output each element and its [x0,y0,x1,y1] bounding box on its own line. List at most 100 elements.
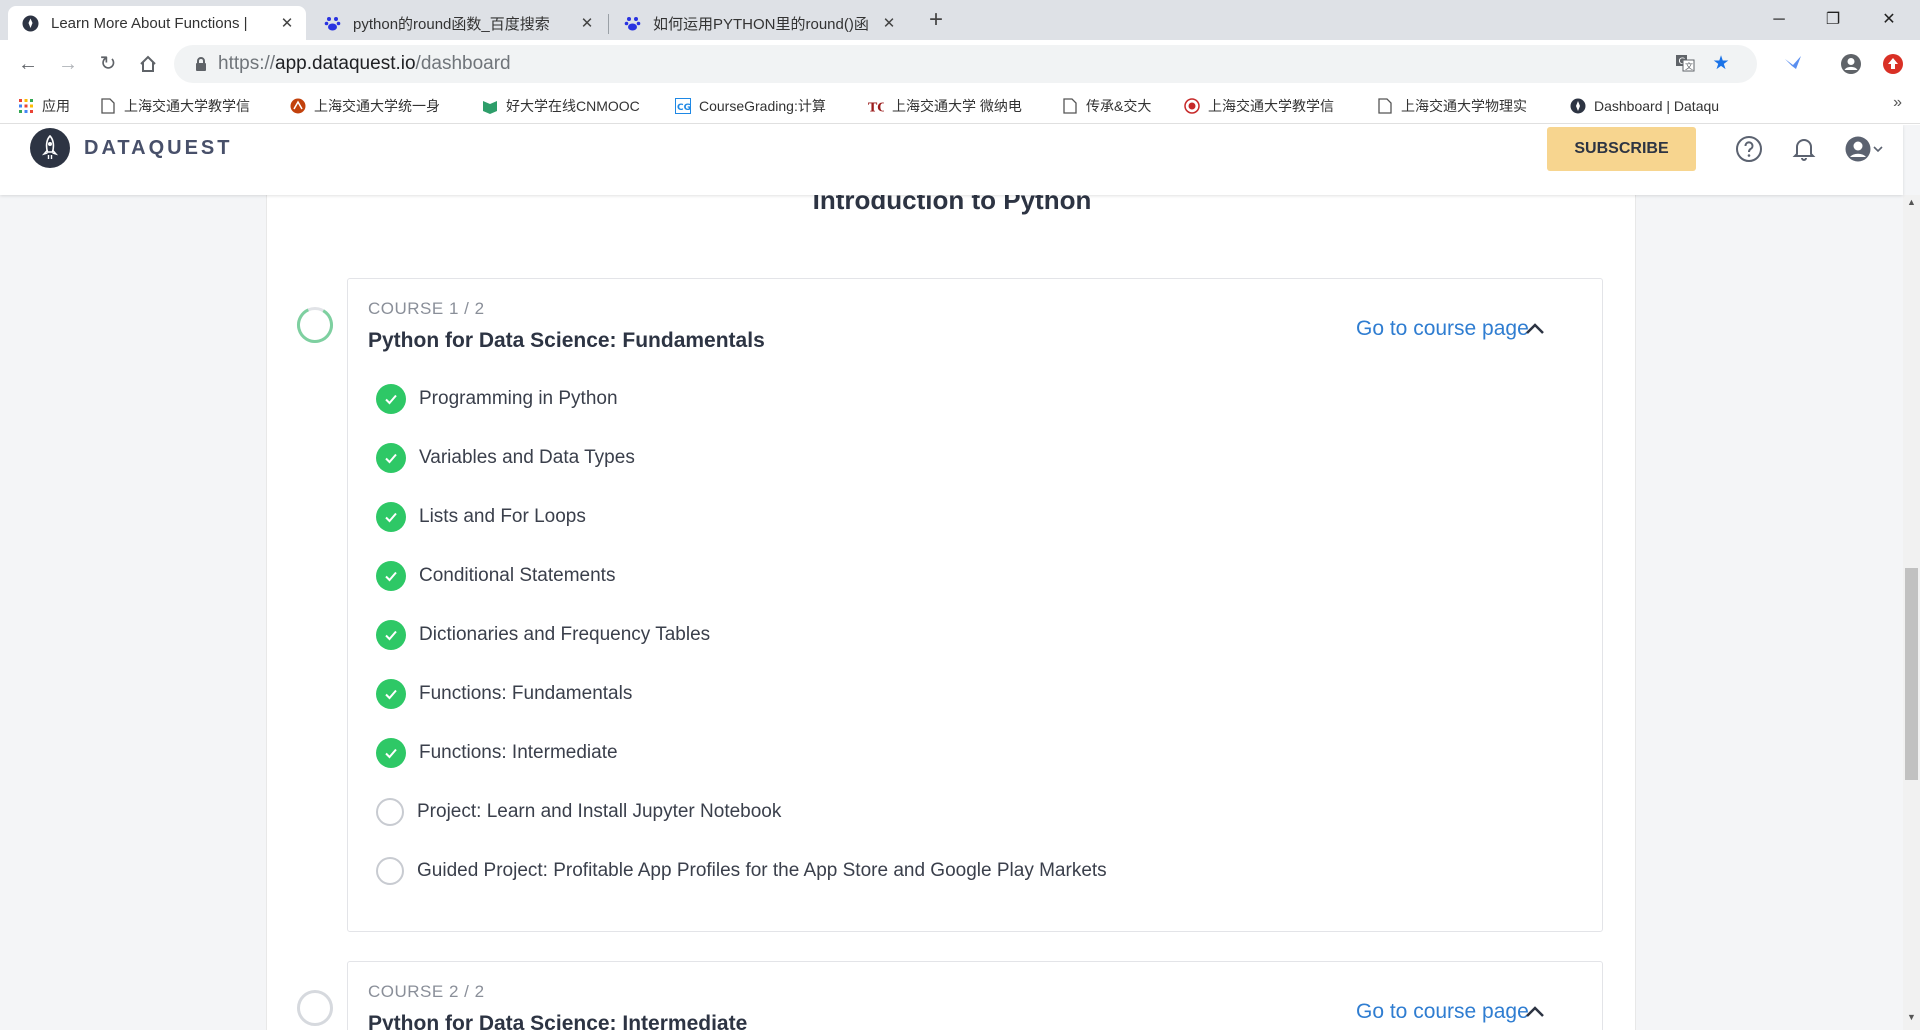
check-circle-icon [376,443,406,473]
bookmark-label: Dashboard | Dataqu [1594,98,1720,114]
maximize-button[interactable]: ❐ [1802,0,1864,40]
lesson-name: Guided Project: Profitable App Profiles … [417,860,1107,881]
page-viewport: Introduction to Python COURSE 1 / 2 Pyth… [0,125,1920,1030]
coursegrading-icon: CG [675,98,691,114]
tab-python-round-howto[interactable]: 如何运用PYTHON里的round()函 ✕ [610,6,908,40]
bookmark-label: 上海交通大学教学信 [124,98,250,114]
lesson-item[interactable]: Conditional Statements [376,560,615,592]
notification-bell-icon[interactable] [1788,133,1820,165]
reload-icon[interactable]: ↻ [92,48,124,80]
tab-close-icon[interactable]: ✕ [278,14,296,32]
lesson-item[interactable]: Project: Learn and Install Jupyter Noteb… [376,796,781,828]
new-tab-button[interactable]: + [922,6,950,34]
browser-tab-bar: Learn More About Functions | ✕ python的ro… [0,0,1920,40]
bookmark-sjtu-identity[interactable]: 上海交通大学统一身 [290,94,462,118]
bookmark-label: 应用 [42,98,70,114]
tab-separator [608,14,609,34]
dataquest-favicon [1570,98,1586,114]
bookmark-coursegrading[interactable]: CG CourseGrading:计算 [675,94,847,118]
lesson-name: Functions: Fundamentals [419,683,633,704]
address-bar[interactable]: https://app.dataquest.io/dashboard G文 ★ [174,45,1757,83]
go-to-course-page-link[interactable]: Go to course page [1356,317,1529,341]
bookmark-cnmooc[interactable]: 好大学在线CNMOOC [482,94,652,118]
course-card-1: COURSE 1 / 2 Python for Data Science: Fu… [297,278,1603,932]
update-menu-icon[interactable] [1882,53,1904,75]
subscribe-button[interactable]: SUBSCRIBE [1547,127,1696,171]
chevron-down-icon [1873,146,1883,153]
rocket-logo-icon [30,128,70,168]
lesson-name: Variables and Data Types [419,447,635,468]
scrollbar-thumb[interactable] [1905,568,1918,780]
bookmark-apps[interactable]: 应用 [18,94,88,118]
go-to-course-page-link[interactable]: Go to course page [1356,1000,1529,1024]
lesson-item[interactable]: Dictionaries and Frequency Tables [376,619,710,651]
bookmarks-bar: 应用 上海交通大学教学信 上海交通大学统一身 好大学在线CNMOOC CG Co… [0,88,1920,124]
lesson-name: Project: Learn and Install Jupyter Noteb… [417,801,782,822]
scroll-down-arrow-icon[interactable]: ▼ [1903,1012,1920,1028]
lesson-item[interactable]: Programming in Python [376,383,618,415]
tab-close-icon[interactable]: ✕ [880,14,898,32]
apps-grid-icon [18,98,34,114]
back-arrow-icon[interactable]: ← [12,48,44,80]
svg-text:TC: TC [868,99,884,114]
check-circle-icon [376,620,406,650]
bookmark-sjtu-physics-lab[interactable]: 上海交通大学物理实 [1377,94,1549,118]
svg-text:文: 文 [1685,61,1693,71]
home-icon[interactable] [132,48,164,80]
close-window-button[interactable]: ✕ [1858,0,1920,40]
course-number: COURSE 1 / 2 [368,299,485,318]
tc-icon: TC [868,98,884,114]
course-name: Python for Data Science: Intermediate [368,1012,748,1030]
cnmooc-icon [482,98,498,114]
bookmarks-overflow-chevron-icon[interactable]: » [1893,94,1902,112]
lesson-name: Conditional Statements [419,565,616,586]
empty-circle-icon [376,798,404,826]
minimize-button[interactable]: ─ [1748,0,1810,40]
check-circle-icon [376,738,406,768]
page-icon [1062,98,1078,114]
check-circle-icon [376,561,406,591]
lesson-item[interactable]: Lists and For Loops [376,501,586,533]
empty-circle-icon [376,857,404,885]
sjtu-icon [290,98,306,114]
bookmark-label: 上海交通大学物理实 [1401,98,1527,114]
bookmark-sjtu-micro-nano[interactable]: TC 上海交通大学 微纳电 [868,94,1038,118]
course-progress-ring [296,989,334,1027]
dataquest-favicon [22,15,39,32]
course-progress-ring [296,306,334,344]
dataquest-header: DATAQUEST SUBSCRIBE [0,125,1903,195]
extension-bird-icon[interactable] [1782,53,1804,75]
profile-avatar-icon[interactable] [1840,53,1862,75]
bookmark-dataquest-dashboard[interactable]: Dashboard | Dataqu [1570,94,1740,118]
tab-python-round-search[interactable]: python的round函数_百度搜索 ✕ [310,6,606,40]
bookmark-chuancheng-jiaoda[interactable]: 传承&交大 [1062,94,1172,118]
translate-icon[interactable]: G文 [1674,53,1696,75]
tab-title: python的round函数_百度搜索 [353,15,550,33]
help-question-icon[interactable] [1733,133,1765,165]
user-menu-dropdown[interactable] [1840,133,1888,165]
lesson-item[interactable]: Functions: Intermediate [376,737,618,769]
tab-title: 如何运用PYTHON里的round()函 [653,15,869,33]
tab-title: Learn More About Functions | [51,14,248,32]
lesson-name: Programming in Python [419,388,618,409]
bookmark-label: 好大学在线CNMOOC [506,98,640,114]
course-number: COURSE 2 / 2 [368,982,485,1001]
chevron-up-icon[interactable] [1523,1000,1547,1024]
lock-icon [192,55,210,73]
forward-arrow-icon[interactable]: → [52,48,84,80]
baidu-paw-icon [624,15,641,32]
scroll-up-arrow-icon[interactable]: ▲ [1903,197,1920,213]
tab-close-icon[interactable]: ✕ [578,14,596,32]
bookmark-star-icon[interactable]: ★ [1710,53,1732,75]
lesson-item[interactable]: Variables and Data Types [376,442,635,474]
chevron-up-icon[interactable] [1523,317,1547,341]
lesson-item[interactable]: Functions: Fundamentals [376,678,632,710]
tab-learn-more-about-functions[interactable]: Learn More About Functions | ✕ [8,6,306,40]
bookmark-sjtu-teaching-1[interactable]: 上海交通大学教学信 [100,94,270,118]
bookmark-label: CourseGrading:计算 [699,98,826,114]
dataquest-logo[interactable]: DATAQUEST [30,128,232,168]
bookmark-sjtu-teaching-2[interactable]: 上海交通大学教学信 [1184,94,1356,118]
check-circle-icon [376,679,406,709]
browser-toolbar: ← → ↻ https://app.dataquest.io/dashboard… [0,40,1920,88]
lesson-item[interactable]: Guided Project: Profitable App Profiles … [376,855,1107,887]
